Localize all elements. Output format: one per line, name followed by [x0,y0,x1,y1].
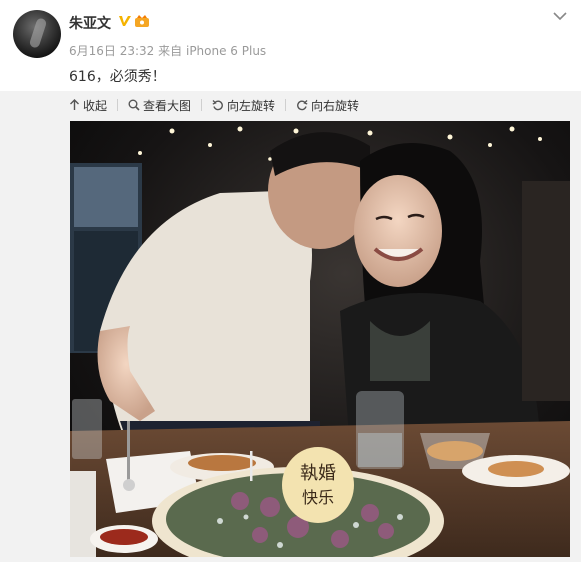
view-large-button[interactable]: 查看大图 [128,97,191,114]
chevron-down-icon[interactable] [552,10,568,22]
rotate-right-label: 向右旋转 [311,98,360,113]
toolbar-divider [201,99,203,111]
view-large-label: 查看大图 [143,98,192,113]
post-timestamp[interactable]: 6月16日 23:32 [69,44,154,58]
rotate-right-icon [297,100,308,111]
search-icon [128,99,140,111]
toolbar-divider [285,99,287,111]
photo-panel: 收起 查看大图 向左旋转 向右旋转 執婚 快乐 [0,91,581,562]
verified-v-icon[interactable] [118,14,132,28]
photo-toolbar: 收起 查看大图 向左旋转 向右旋转 [69,96,369,114]
rotate-left-icon [212,100,223,111]
author-name[interactable]: 朱亚文 [69,13,111,33]
cake-text-line1: 執婚 [300,463,336,484]
member-crown-icon[interactable] [134,14,150,28]
avatar[interactable] [13,10,61,58]
post-photo[interactable]: 執婚 快乐 [70,121,570,557]
post-meta: 6月16日 23:32 来自 iPhone 6 Plus [69,42,266,59]
post-source[interactable]: iPhone 6 Plus [186,44,266,58]
rotate-left-button[interactable]: 向左旋转 [212,97,275,114]
source-prefix: 来自 [158,44,183,58]
toolbar-divider [117,99,119,111]
collapse-button[interactable]: 收起 [69,97,107,114]
arrow-up-icon [70,99,79,110]
collapse-label: 收起 [83,98,108,113]
rotate-right-button[interactable]: 向右旋转 [296,97,359,114]
post-text: 616，必须秀！ [69,69,166,85]
cake-text-line2: 快乐 [302,488,334,507]
rotate-left-label: 向左旋转 [227,98,276,113]
post-header: 朱亚文 6月16日 23:32 来自 iPhone 6 Plus 616，必须秀… [0,0,581,92]
